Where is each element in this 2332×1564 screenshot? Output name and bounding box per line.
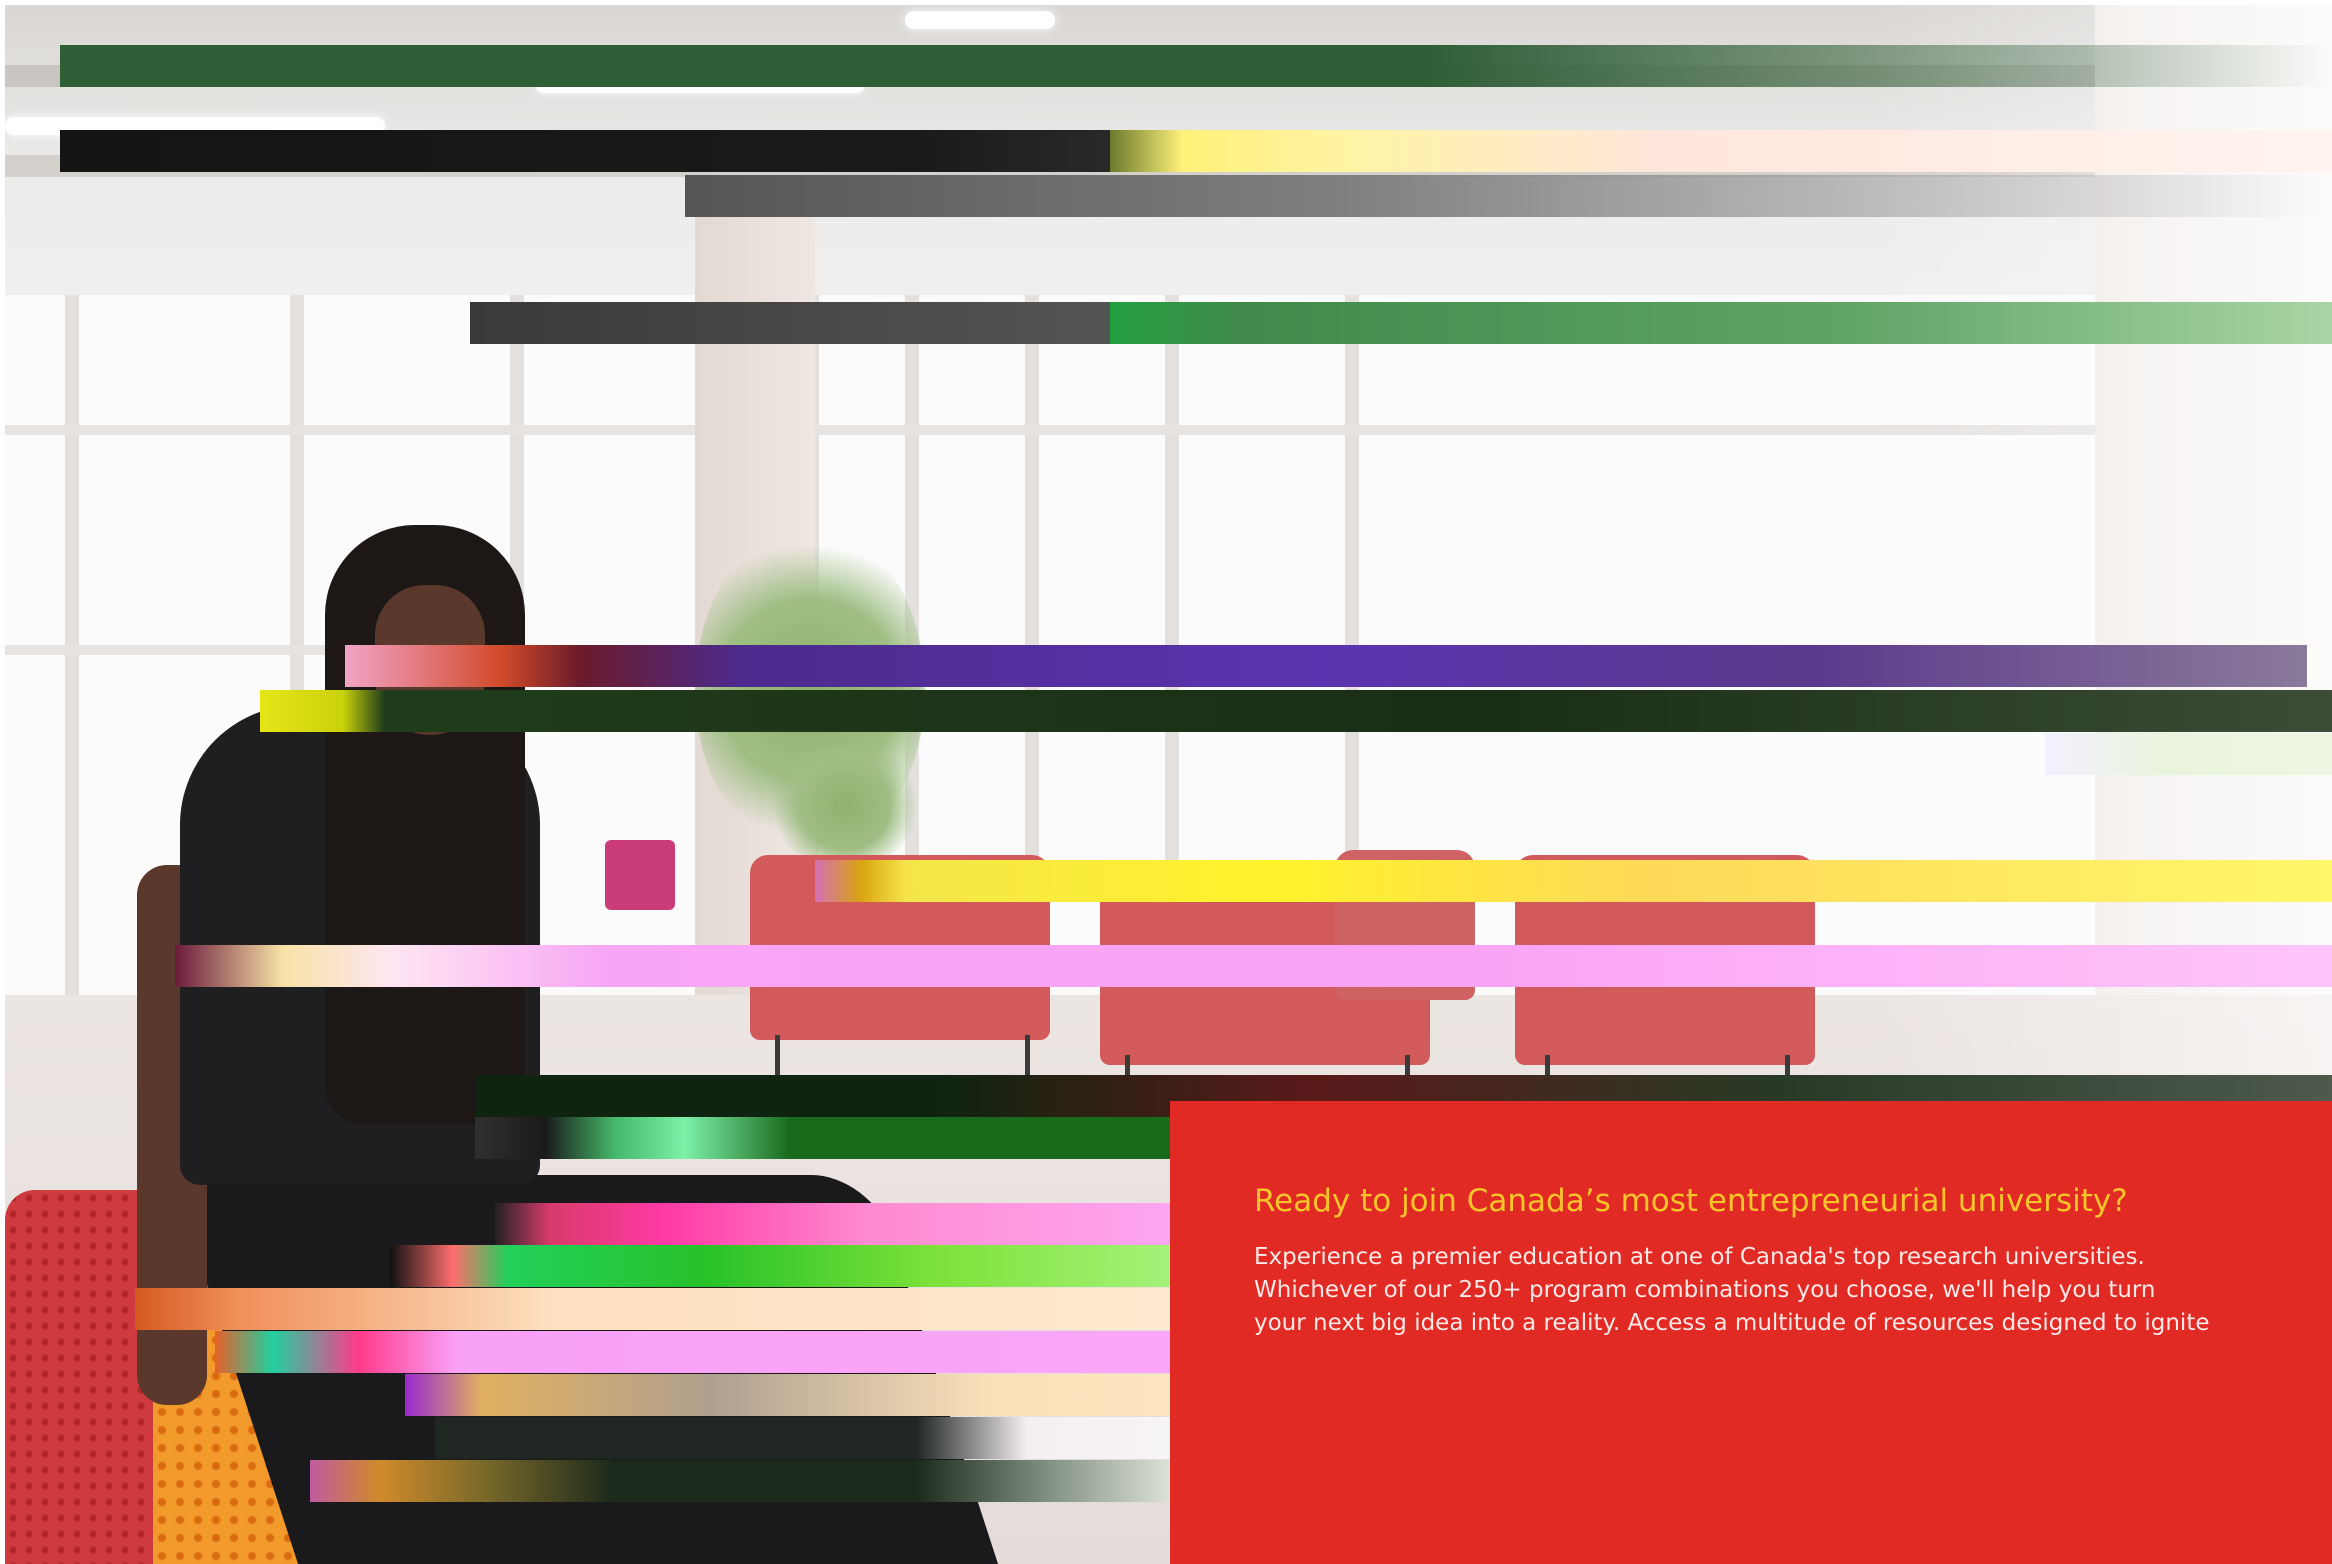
glitch-bar — [310, 1460, 1175, 1502]
glitch-bar — [60, 45, 2332, 87]
page: Ready to join Canada’s most entrepreneur… — [0, 0, 2332, 1564]
glitch-bar — [435, 1417, 1175, 1459]
glitch-bar — [390, 1245, 1175, 1287]
glitch-bar — [175, 945, 2332, 987]
promo-body-line: Experience a premier education at one of… — [1254, 1244, 2145, 1270]
promo-body-line: Whichever of our 250+ program combinatio… — [1254, 1277, 2156, 1303]
glitch-bar — [470, 302, 1120, 344]
glitch-bar — [135, 1288, 1175, 1330]
glitch-bar — [685, 175, 2332, 217]
glitch-bar — [405, 1374, 1175, 1416]
glitch-bar — [1110, 130, 2332, 172]
promo-panel: Ready to join Canada’s most entrepreneur… — [1170, 1101, 2332, 1564]
glitch-bar — [495, 1203, 1175, 1245]
promo-body: Experience a premier education at one of… — [1254, 1241, 2314, 1340]
glitch-bar — [475, 1117, 1175, 1159]
promo-body-line: your next big idea into a reality. Acces… — [1254, 1310, 2210, 1336]
glitch-bar — [815, 860, 2332, 902]
glitch-bar — [345, 645, 2307, 687]
glitch-bar — [2045, 733, 2332, 775]
glitch-bar — [60, 130, 1130, 172]
glitch-bar — [1110, 302, 2332, 344]
glitch-bar — [260, 690, 2332, 732]
promo-heading: Ready to join Canada’s most entrepreneur… — [1254, 1183, 2128, 1219]
glitch-bar — [215, 1331, 1175, 1373]
